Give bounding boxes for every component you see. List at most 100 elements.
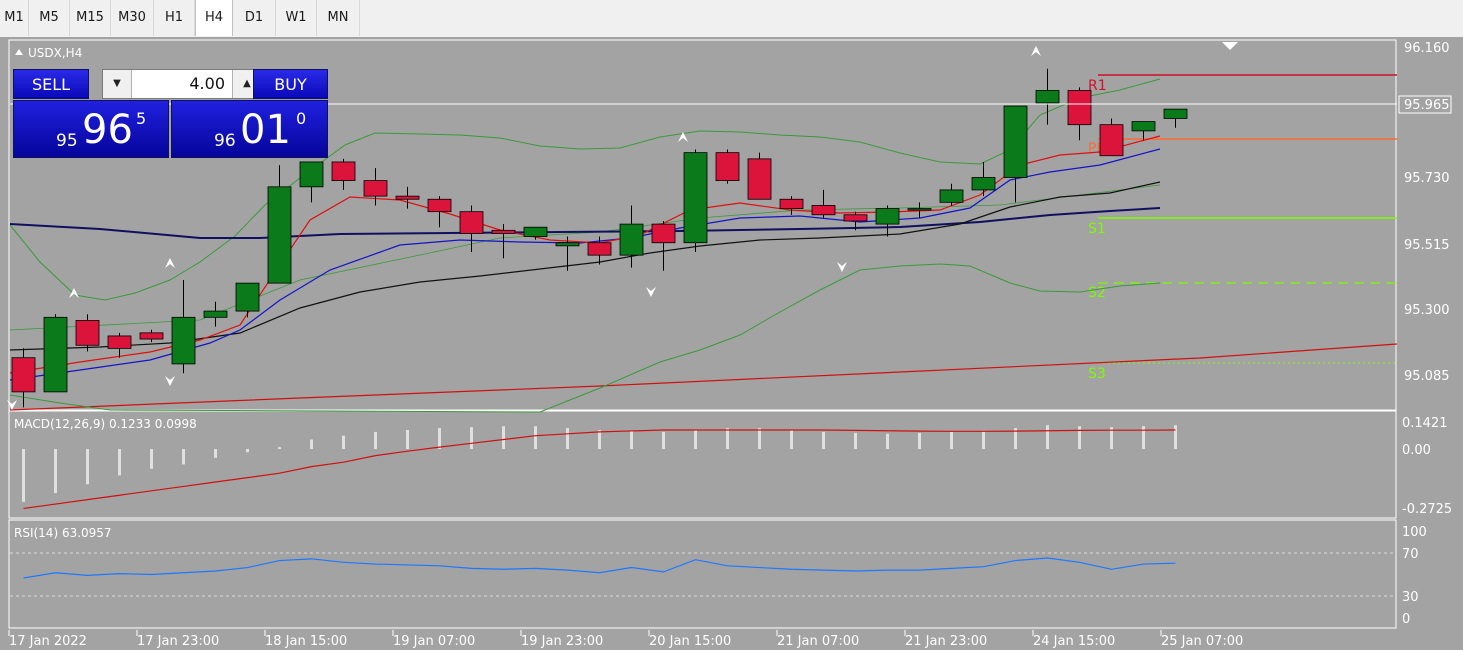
lot-size-input[interactable]: 4.00 (133, 70, 231, 98)
chart-shift-icon[interactable] (1222, 42, 1238, 50)
ma-long-red (9, 343, 1398, 411)
candle-bear (395, 195, 420, 200)
buy-button[interactable]: BUY (253, 69, 328, 99)
rsi-axis-70: 70 (1402, 547, 1419, 562)
candle-bear (843, 214, 868, 222)
rsi-line (23, 557, 1176, 579)
candle-bull (267, 186, 292, 284)
fractal-up-icon (69, 288, 79, 298)
candle-bull (875, 208, 900, 225)
rsi-axis-100: 100 (1402, 525, 1427, 540)
macd-axis-bottom: -0.2725 (1402, 502, 1452, 517)
candle-bear (715, 152, 740, 181)
bid-fraction: 5 (136, 109, 147, 128)
candle-bear (11, 357, 36, 393)
candle-bull (299, 161, 324, 188)
time-label: 18 Jan 15:00 (265, 634, 347, 649)
price-tick: 96.160 (1404, 41, 1450, 56)
candle-bear (491, 229, 516, 234)
timeframe-m30[interactable]: M30 (111, 0, 154, 36)
time-label: 19 Jan 23:00 (521, 634, 603, 649)
candle-bear (587, 242, 612, 256)
time-label: 21 Jan 07:00 (777, 634, 859, 649)
ask-price-box[interactable]: 96 01 0 (171, 100, 328, 158)
candle-bear (651, 223, 676, 244)
timeframe-m5[interactable]: M5 (29, 0, 70, 36)
ma-navy (9, 207, 1161, 239)
candle-bear (427, 198, 452, 213)
candle-bull (619, 223, 644, 256)
candle-bear (459, 211, 484, 234)
candle-bear (331, 161, 356, 182)
rsi-axis-0: 0 (1402, 612, 1410, 627)
candle-bull (43, 316, 68, 393)
price-axis: 96.160 95.730 95.515 95.300 95.085 (1404, 41, 1450, 384)
candle-bear (811, 205, 836, 216)
candle-bull (907, 208, 932, 211)
timeframe-toolbar: M1 M5 M15 M30 H1 H4 D1 W1 MN (0, 0, 1463, 38)
candle-bull (971, 177, 996, 191)
rsi-label: RSI(14) 63.0957 (14, 526, 112, 540)
rsi-axis-30: 30 (1402, 590, 1419, 605)
candle-bear (1099, 124, 1124, 157)
timeframe-h4[interactable]: H4 (195, 0, 233, 36)
macd-layer (22, 425, 1177, 510)
rsi-panel-frame (8, 519, 1397, 629)
ask-prefix: 96 (214, 131, 236, 151)
ask-big-digits: 01 (240, 107, 291, 153)
pivot-s3-label: S3 (1088, 366, 1106, 382)
candle-bear (139, 332, 164, 340)
lot-size-stepper[interactable]: ▼ 4.00 ▲ (102, 69, 262, 99)
fractal-down-icon (646, 287, 656, 297)
candle-bear (1067, 90, 1092, 126)
time-label: 17 Jan 23:00 (137, 634, 219, 649)
time-axis: 17 Jan 2022 17 Jan 23:00 18 Jan 15:00 19… (8, 630, 1243, 649)
candle-bull (939, 189, 964, 203)
candle-bear (75, 320, 100, 346)
pivot-s1-label: S1 (1088, 221, 1106, 237)
time-label: 21 Jan 23:00 (905, 634, 987, 649)
candle-bull (683, 152, 708, 244)
one-click-trading-panel: SELL ▼ 4.00 ▲ BUY 95 96 5 96 01 0 (13, 69, 328, 158)
candle-bear (779, 198, 804, 209)
time-label: 20 Jan 15:00 (649, 634, 731, 649)
candle-bull (203, 310, 228, 318)
candle-bull (235, 282, 260, 312)
price-tick: 95.300 (1404, 303, 1450, 318)
price-tick: 95.515 (1404, 238, 1450, 253)
macd-axis-top: 0.1421 (1402, 416, 1448, 431)
timeframe-w1[interactable]: W1 (276, 0, 317, 36)
timeframe-h1[interactable]: H1 (154, 0, 195, 36)
candle-bull (1163, 108, 1188, 119)
time-label: 24 Jan 15:00 (1033, 634, 1115, 649)
rsi-layer (23, 557, 1176, 579)
candle-bull (1131, 121, 1156, 132)
current-price-label: 95.965 (1404, 98, 1450, 113)
time-label: 25 Jan 07:00 (1161, 634, 1243, 649)
ask-fraction: 0 (296, 109, 307, 128)
fractal-up-icon (1031, 46, 1041, 56)
bid-big-digits: 96 (82, 107, 133, 153)
sell-button[interactable]: SELL (13, 69, 89, 99)
fractal-down-icon (165, 376, 175, 386)
bid-price-box[interactable]: 95 96 5 (13, 100, 169, 158)
candle-bear (107, 335, 132, 349)
pivot-s2-label: S2 (1088, 285, 1106, 301)
candle-bull (171, 316, 196, 365)
macd-label: MACD(12,26,9) 0.1233 0.0998 (14, 417, 197, 431)
timeframe-d1[interactable]: D1 (233, 0, 276, 36)
timeframe-m1[interactable]: M1 (0, 0, 29, 36)
timeframe-mn[interactable]: MN (317, 0, 360, 36)
lot-decrease-icon[interactable]: ▼ (103, 70, 132, 98)
candle-bear (747, 158, 772, 200)
candle-bull (523, 226, 548, 237)
candle-bull (555, 242, 580, 247)
bollinger-middle (9, 184, 1161, 331)
time-label: 17 Jan 2022 (9, 634, 87, 649)
time-label: 19 Jan 07:00 (393, 634, 475, 649)
collapse-arrow-icon[interactable] (15, 49, 23, 55)
candle-bear (363, 180, 388, 197)
macd-panel-frame (8, 410, 1397, 519)
timeframe-m15[interactable]: M15 (70, 0, 111, 36)
fractal-down-icon (837, 262, 847, 272)
